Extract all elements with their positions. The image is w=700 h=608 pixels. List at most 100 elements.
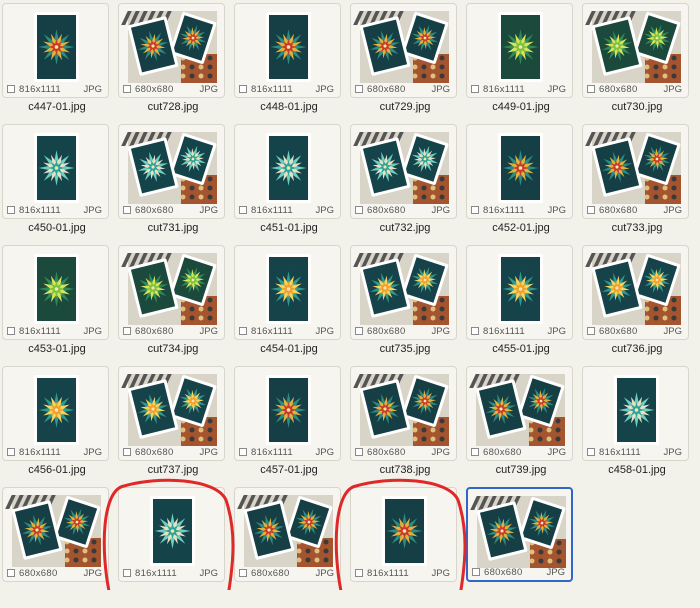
select-checkbox[interactable] [123, 327, 131, 335]
thumbnail-frame[interactable]: 816x1111 JPG [2, 3, 109, 98]
thumbnail-frame[interactable]: 816x1111 JPG [2, 124, 109, 219]
thumbnail-frame[interactable]: 816x1111 JPG [466, 245, 573, 340]
file-name[interactable]: cut731.jpg [118, 222, 228, 234]
select-checkbox[interactable] [355, 206, 363, 214]
thumbnail-item[interactable]: 816x1111 JPG c448-01.jpg [234, 3, 350, 124]
thumbnail-frame[interactable]: 816x1111 JPG [2, 245, 109, 340]
thumbnail-item[interactable]: 680x680 JPG cut731.jpg [118, 124, 234, 245]
select-checkbox[interactable] [355, 327, 363, 335]
file-name[interactable]: cut739.jpg [466, 464, 576, 476]
select-checkbox[interactable] [587, 206, 595, 214]
select-checkbox[interactable] [7, 569, 15, 577]
file-name[interactable]: cut736.jpg [582, 343, 692, 355]
thumbnail-frame[interactable]: 816x1111 JPG [350, 487, 457, 582]
thumbnail-item[interactable]: 816x1111 JPG c450-01.jpg [2, 124, 118, 245]
thumbnail-frame[interactable]: 816x1111 JPG [466, 3, 573, 98]
file-name[interactable]: c455-01.jpg [466, 343, 576, 355]
thumbnail-item[interactable]: 680x680 JPG cut738.jpg [350, 366, 466, 487]
select-checkbox[interactable] [7, 85, 15, 93]
thumbnail-frame[interactable]: 680x680 JPG [2, 487, 109, 582]
thumbnail-frame[interactable]: 816x1111 JPG [234, 366, 341, 461]
file-name[interactable]: cut735.jpg [350, 343, 460, 355]
thumbnail-frame[interactable]: 680x680 JPG [118, 3, 225, 98]
thumbnail-item[interactable]: 680x680 JPG cut728.jpg [118, 3, 234, 124]
thumbnail-item[interactable]: 680x680 JPG cut729.jpg [350, 3, 466, 124]
file-name[interactable]: c458-01.jpg [582, 464, 692, 476]
thumbnail-frame[interactable]: 816x1111 JPG [234, 245, 341, 340]
select-checkbox[interactable] [471, 85, 479, 93]
file-name[interactable]: c456-01.jpg [2, 464, 112, 476]
file-name[interactable]: cut733.jpg [582, 222, 692, 234]
thumbnail-item[interactable]: 680x680 JPG cut730.jpg [582, 3, 698, 124]
thumbnail-item[interactable]: 816x1111 JPG c456-01.jpg [2, 366, 118, 487]
thumbnail-item[interactable]: 816x1111 JPG c449-01.jpg [466, 3, 582, 124]
select-checkbox[interactable] [7, 327, 15, 335]
file-name[interactable]: c449-01.jpg [466, 101, 576, 113]
thumbnail-frame[interactable]: 816x1111 JPG [234, 3, 341, 98]
thumbnail-item[interactable]: 680x680 JPG cut739.jpg [466, 366, 582, 487]
thumbnail-frame[interactable]: 680x680 JPG [350, 245, 457, 340]
select-checkbox[interactable] [123, 569, 131, 577]
file-name[interactable]: cut732.jpg [350, 222, 460, 234]
select-checkbox[interactable] [123, 206, 131, 214]
file-name[interactable]: c448-01.jpg [234, 101, 344, 113]
select-checkbox[interactable] [587, 85, 595, 93]
file-name[interactable]: cut737.jpg [118, 464, 228, 476]
select-checkbox[interactable] [239, 327, 247, 335]
thumbnail-item[interactable]: 816x1111 JPG c453-01.jpg [2, 245, 118, 366]
thumbnail-frame[interactable]: 816x1111 JPG [118, 487, 225, 582]
thumbnail-frame[interactable]: 680x680 JPG [350, 366, 457, 461]
thumbnail-frame[interactable]: 680x680 JPG [350, 124, 457, 219]
thumbnail-frame[interactable]: 680x680 JPG [466, 366, 573, 461]
thumbnail-item[interactable]: 680x680 JPG cut735.jpg [350, 245, 466, 366]
thumbnail-item[interactable]: 680x680 JPG cut734.jpg [118, 245, 234, 366]
file-name[interactable]: cut728.jpg [118, 101, 228, 113]
select-checkbox[interactable] [355, 85, 363, 93]
select-checkbox[interactable] [471, 206, 479, 214]
select-checkbox[interactable] [587, 327, 595, 335]
select-checkbox[interactable] [239, 206, 247, 214]
thumbnail-frame[interactable]: 680x680 JPG [234, 487, 341, 582]
select-checkbox[interactable] [471, 448, 479, 456]
thumbnail-item[interactable]: 816x1111 JPG c455-01.jpg [466, 245, 582, 366]
thumbnail-frame[interactable]: 680x680 JPG [118, 124, 225, 219]
thumbnail-item[interactable]: 680x680 JPG cut736.jpg [582, 245, 698, 366]
thumbnail-frame[interactable]: 680x680 JPG [118, 366, 225, 461]
thumbnail-item[interactable]: 816x1111 JPG c457-01.jpg [234, 366, 350, 487]
select-checkbox[interactable] [239, 85, 247, 93]
thumbnail-item[interactable]: 680x680 JPG cut732.jpg [350, 124, 466, 245]
file-name[interactable]: c452-01.jpg [466, 222, 576, 234]
file-name[interactable]: c451-01.jpg [234, 222, 344, 234]
thumbnail-frame[interactable]: 680x680 JPG [582, 245, 689, 340]
thumbnail-item[interactable]: 816x1111 JPG c447-01.jpg [2, 3, 118, 124]
select-checkbox[interactable] [355, 569, 363, 577]
file-name[interactable]: c453-01.jpg [2, 343, 112, 355]
file-name[interactable]: cut734.jpg [118, 343, 228, 355]
file-name[interactable]: cut738.jpg [350, 464, 460, 476]
thumbnail-frame[interactable]: 816x1111 JPG [234, 124, 341, 219]
select-checkbox[interactable] [471, 327, 479, 335]
thumbnail-item[interactable]: 816x1111 JPG c454-01.jpg [234, 245, 350, 366]
select-checkbox[interactable] [239, 569, 247, 577]
thumbnail-frame[interactable]: 680x680 JPG [582, 3, 689, 98]
thumbnail-frame[interactable]: 680x680 JPG [582, 124, 689, 219]
select-checkbox[interactable] [123, 448, 131, 456]
thumbnail-item[interactable]: 816x1111 JPG c451-01.jpg [234, 124, 350, 245]
select-checkbox[interactable] [355, 448, 363, 456]
file-name[interactable]: c450-01.jpg [2, 222, 112, 234]
file-name[interactable]: c454-01.jpg [234, 343, 344, 355]
thumbnail-item[interactable]: 680x680 JPG cut737.jpg [118, 366, 234, 487]
file-name[interactable]: c457-01.jpg [234, 464, 344, 476]
thumbnail-frame[interactable]: 680x680 JPG [466, 487, 573, 582]
select-checkbox[interactable] [7, 206, 15, 214]
select-checkbox[interactable] [239, 448, 247, 456]
file-name[interactable]: c447-01.jpg [2, 101, 112, 113]
select-checkbox[interactable] [123, 85, 131, 93]
file-name[interactable]: cut729.jpg [350, 101, 460, 113]
thumbnail-frame[interactable]: 816x1111 JPG [466, 124, 573, 219]
file-name[interactable]: cut730.jpg [582, 101, 692, 113]
thumbnail-item[interactable]: 816x1111 JPG c452-01.jpg [466, 124, 582, 245]
thumbnail-item[interactable]: 816x1111 JPG c458-01.jpg [582, 366, 698, 487]
select-checkbox[interactable] [7, 448, 15, 456]
thumbnail-item[interactable]: 680x680 JPG cut733.jpg [582, 124, 698, 245]
